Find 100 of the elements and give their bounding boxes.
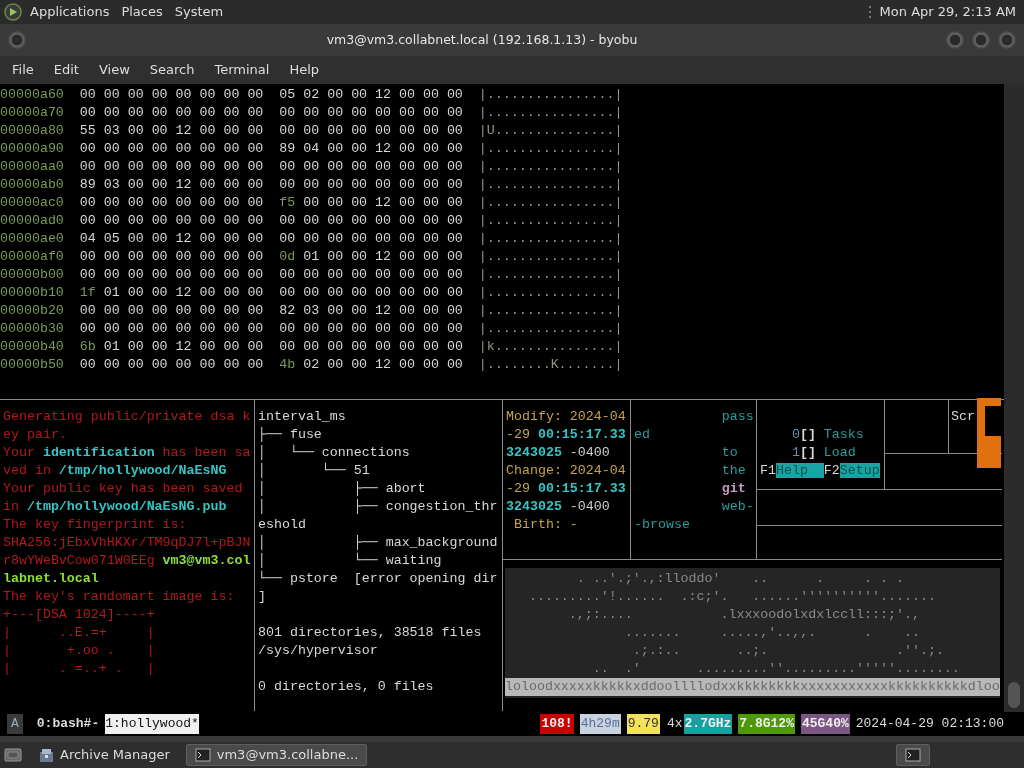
terminal-text: interval_ms xyxy=(258,409,346,424)
terminal-text: ed xyxy=(634,427,650,442)
panel-menu[interactable]: Places xyxy=(121,2,163,22)
hex-offset: 00000ac0 xyxy=(0,195,64,210)
menu-item[interactable]: Search xyxy=(141,60,203,80)
terminal-text: -browse xyxy=(634,517,690,532)
terminal-text: has been sa xyxy=(161,445,251,460)
terminal-text: Scr xyxy=(951,408,975,426)
terminal-text: vm3@vm3.col xyxy=(162,553,251,568)
status-indicator: 2.7GHz xyxy=(683,714,733,734)
hex-offset: 00000ad0 xyxy=(0,213,64,228)
menu-item[interactable]: Edit xyxy=(45,60,87,80)
terminal-text: -29 xyxy=(506,481,531,496)
taskbar-button[interactable]: Archive Manager xyxy=(30,744,178,766)
show-desktop-icon[interactable] xyxy=(4,746,22,764)
window-tab[interactable]: 1:hollywood* xyxy=(105,714,199,734)
hex-bytes: 00 00 00 00 00 00 00 00 xyxy=(79,195,264,210)
close-button[interactable] xyxy=(998,31,1016,49)
terminal-text: labnet.local xyxy=(3,571,99,586)
hex-offset: 00000b30 xyxy=(0,321,64,336)
terminal-text: SHA256:jEbxVhHKXr/TM9qDJ7l+pBJN xyxy=(3,535,251,550)
terminal-text: Birth: - xyxy=(512,517,578,532)
terminal-text: ├── fuse xyxy=(258,427,322,442)
ascii-column: |................| xyxy=(478,87,623,102)
hex-bytes: 01 00 00 12 00 00 00 xyxy=(102,285,264,300)
panel-menu[interactable]: Applications xyxy=(30,2,110,22)
terminal-text: │ ├── abort xyxy=(258,481,426,496)
panel-clock[interactable]: Mon Apr 29, 2:13 AM xyxy=(879,2,1016,22)
hex-byte: 0d xyxy=(279,249,296,264)
terminal-text: Your xyxy=(3,445,36,460)
terminal-text: │ ├── congestion_thr xyxy=(258,499,498,514)
terminal-text: │ └── connections xyxy=(258,445,410,460)
terminal-text: 3243025 xyxy=(506,499,562,514)
terminal-text: eshold xyxy=(258,517,306,532)
terminal-text: └── pstore [error opening dir xyxy=(258,571,498,586)
terminal-text: r8wYWeBvCow071W0EEg xyxy=(3,553,156,568)
panel-menu[interactable]: System xyxy=(174,2,224,22)
terminal-text: pass xyxy=(720,409,754,424)
hex-bytes: 01 00 00 12 00 00 00 xyxy=(302,249,463,264)
hex-bytes: 89 03 00 00 12 00 00 00 xyxy=(79,177,264,192)
menu-logo-icon[interactable] xyxy=(4,3,22,21)
workspace-switcher[interactable] xyxy=(896,744,930,766)
hex-byte: f5 xyxy=(279,195,296,210)
terminal-text: ved in xyxy=(3,463,52,478)
ascii-column: |........K.......| xyxy=(478,357,623,372)
menu-item[interactable]: View xyxy=(90,60,138,80)
terminal-text: -29 xyxy=(506,427,531,442)
hex-bytes: 00 00 00 00 00 00 00 00 xyxy=(79,321,264,336)
scrollbar[interactable] xyxy=(1004,84,1024,712)
status-indicator: 4x xyxy=(665,715,684,734)
taskbar-button[interactable]: vm3@vm3.collabne... xyxy=(185,744,368,766)
hex-offset: 00000a70 xyxy=(0,105,64,120)
status-indicator: 4h29m xyxy=(579,714,621,734)
hex-offset: 00000b10 xyxy=(0,285,64,300)
hex-bytes: 00 00 00 00 00 00 00 00 xyxy=(79,267,264,282)
hex-bytes: 00 00 00 00 00 00 00 00 xyxy=(79,249,264,264)
selection-marker xyxy=(976,398,1001,468)
function-key: F1 xyxy=(760,463,776,478)
hex-offset: 00000af0 xyxy=(0,249,64,264)
hex-byte: 1f xyxy=(79,285,96,300)
menu-item[interactable]: Help xyxy=(281,60,328,80)
hex-bytes: 01 00 00 12 00 00 00 xyxy=(102,339,264,354)
terminal-text: /sys/hypervisor xyxy=(258,643,378,658)
terminal-text: 3243025 xyxy=(506,445,562,460)
window-tab[interactable]: 0:bash#- xyxy=(36,714,100,734)
terminal-icon xyxy=(905,747,921,763)
meter-brackets: [] xyxy=(799,427,816,442)
status-indicator: 9.79 xyxy=(626,714,660,734)
window-menu-button[interactable] xyxy=(8,31,26,49)
hex-bytes: 00 00 00 00 00 00 00 00 xyxy=(79,141,264,156)
hex-bytes: 00 00 00 00 00 00 00 00 xyxy=(279,285,463,300)
hex-bytes: 00 00 00 00 00 00 00 00 xyxy=(79,303,264,318)
hex-bytes: 04 05 00 00 12 00 00 00 xyxy=(79,231,264,246)
terminal-text: Your public key has been saved xyxy=(3,481,243,496)
menu-item[interactable]: File xyxy=(4,60,42,80)
terminal-text: in xyxy=(3,499,20,514)
ascii-column: |................| xyxy=(478,249,623,264)
minimize-button[interactable] xyxy=(946,31,964,49)
hex-bytes: 00 00 00 00 00 00 00 00 xyxy=(279,177,463,192)
terminal-text: ey pair. xyxy=(3,427,67,442)
hex-offset: 00000a80 xyxy=(0,123,64,138)
terminal-text: to xyxy=(720,445,738,460)
scrollbar-thumb[interactable] xyxy=(1008,682,1020,708)
hex-offset: 00000ab0 xyxy=(0,177,64,192)
ascii-column: |................| xyxy=(478,105,623,120)
hex-offset: 00000b40 xyxy=(0,339,64,354)
hex-byte: 6b xyxy=(79,339,96,354)
ascii-column: |................| xyxy=(478,213,623,228)
terminal-text: git xyxy=(720,481,746,496)
terminal-text: │ └── 51 xyxy=(258,463,370,478)
hex-offset: 00000a60 xyxy=(0,87,64,102)
terminal-text: ] xyxy=(258,589,266,604)
hex-bytes: 05 02 00 00 12 00 00 00 xyxy=(279,87,463,102)
maximize-button[interactable] xyxy=(972,31,990,49)
ascii-column: |................| xyxy=(478,285,623,300)
hex-bytes: 00 00 00 00 00 00 00 00 xyxy=(279,339,463,354)
meter-label: Load xyxy=(823,445,856,460)
status-indicator: 7.8G12% xyxy=(738,714,795,734)
session-indicator[interactable]: A xyxy=(7,714,23,734)
menu-item[interactable]: Terminal xyxy=(206,60,278,80)
